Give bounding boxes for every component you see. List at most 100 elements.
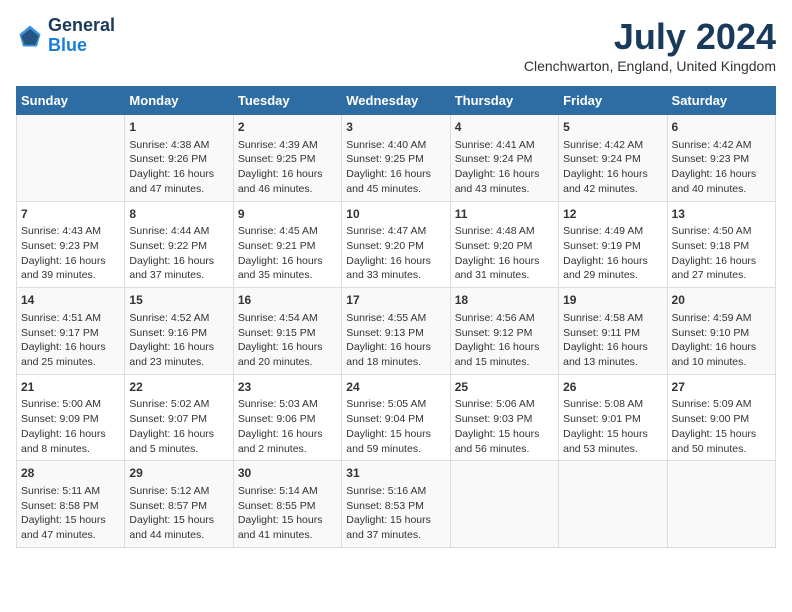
day-number: 11 xyxy=(455,206,554,223)
header-row: Sunday Monday Tuesday Wednesday Thursday… xyxy=(17,87,776,115)
day-number: 28 xyxy=(21,465,120,482)
day-cell xyxy=(667,461,775,548)
header-sunday: Sunday xyxy=(17,87,125,115)
day-info: Sunrise: 5:11 AMSunset: 8:58 PMDaylight:… xyxy=(21,484,120,543)
day-info: Sunrise: 4:43 AMSunset: 9:23 PMDaylight:… xyxy=(21,224,120,283)
title-area: July 2024 Clenchwarton, England, United … xyxy=(524,16,776,74)
day-cell: 10Sunrise: 4:47 AMSunset: 9:20 PMDayligh… xyxy=(342,201,450,288)
day-cell xyxy=(559,461,667,548)
day-info: Sunrise: 4:58 AMSunset: 9:11 PMDaylight:… xyxy=(563,311,662,370)
day-number: 4 xyxy=(455,119,554,136)
day-number: 15 xyxy=(129,292,228,309)
day-cell: 22Sunrise: 5:02 AMSunset: 9:07 PMDayligh… xyxy=(125,374,233,461)
day-info: Sunrise: 4:41 AMSunset: 9:24 PMDaylight:… xyxy=(455,138,554,197)
location-title: Clenchwarton, England, United Kingdom xyxy=(524,58,776,74)
day-info: Sunrise: 4:50 AMSunset: 9:18 PMDaylight:… xyxy=(672,224,771,283)
day-cell: 29Sunrise: 5:12 AMSunset: 8:57 PMDayligh… xyxy=(125,461,233,548)
calendar-body: 1 Sunrise: 4:38 AMSunset: 9:26 PMDaylight… xyxy=(17,115,776,548)
day-cell: 11Sunrise: 4:48 AMSunset: 9:20 PMDayligh… xyxy=(450,201,558,288)
week-row-2: 7Sunrise: 4:43 AMSunset: 9:23 PMDaylight… xyxy=(17,201,776,288)
logo-icon xyxy=(16,22,44,50)
header-friday: Friday xyxy=(559,87,667,115)
day-number: 20 xyxy=(672,292,771,309)
day-cell: 7Sunrise: 4:43 AMSunset: 9:23 PMDaylight… xyxy=(17,201,125,288)
day-number: 2 xyxy=(238,119,337,136)
day-number: 30 xyxy=(238,465,337,482)
week-row-4: 21Sunrise: 5:00 AMSunset: 9:09 PMDayligh… xyxy=(17,374,776,461)
day-number: 17 xyxy=(346,292,445,309)
day-info: Sunrise: 4:52 AMSunset: 9:16 PMDaylight:… xyxy=(129,311,228,370)
header-monday: Monday xyxy=(125,87,233,115)
day-number: 14 xyxy=(21,292,120,309)
header-wednesday: Wednesday xyxy=(342,87,450,115)
day-cell: 31 Sunrise: 5:16 AMSunset: 8:53 PMDayligh… xyxy=(342,461,450,548)
day-cell xyxy=(450,461,558,548)
day-info: Sunrise: 4:42 AMSunset: 9:24 PMDaylight:… xyxy=(563,138,662,197)
day-number: 31 xyxy=(346,465,445,482)
day-cell: 1 Sunrise: 4:38 AMSunset: 9:26 PMDaylight… xyxy=(125,115,233,202)
header-thursday: Thursday xyxy=(450,87,558,115)
day-number: 23 xyxy=(238,379,337,396)
day-cell: 8Sunrise: 4:44 AMSunset: 9:22 PMDaylight… xyxy=(125,201,233,288)
day-info: Sunrise: 5:02 AMSunset: 9:07 PMDaylight:… xyxy=(129,397,228,456)
day-number: 13 xyxy=(672,206,771,223)
day-number: 6 xyxy=(672,119,771,136)
day-info: Sunrise: 5:06 AMSunset: 9:03 PMDaylight:… xyxy=(455,397,554,456)
day-cell xyxy=(17,115,125,202)
header-saturday: Saturday xyxy=(667,87,775,115)
day-info: Sunrise: 4:45 AMSunset: 9:21 PMDaylight:… xyxy=(238,224,337,283)
day-info: Sunrise: 4:47 AMSunset: 9:20 PMDaylight:… xyxy=(346,224,445,283)
day-info: Sunrise: 4:55 AMSunset: 9:13 PMDaylight:… xyxy=(346,311,445,370)
week-row-5: 28 Sunrise: 5:11 AMSunset: 8:58 PMDayligh… xyxy=(17,461,776,548)
day-cell: 5 Sunrise: 4:42 AMSunset: 9:24 PMDaylight… xyxy=(559,115,667,202)
week-row-3: 14Sunrise: 4:51 AMSunset: 9:17 PMDayligh… xyxy=(17,288,776,375)
day-info: Sunrise: 5:05 AMSunset: 9:04 PMDaylight:… xyxy=(346,397,445,456)
day-cell: 28 Sunrise: 5:11 AMSunset: 8:58 PMDayligh… xyxy=(17,461,125,548)
day-number: 18 xyxy=(455,292,554,309)
day-cell: 4 Sunrise: 4:41 AMSunset: 9:24 PMDaylight… xyxy=(450,115,558,202)
day-number: 26 xyxy=(563,379,662,396)
day-cell: 15 Sunrise: 4:52 AMSunset: 9:16 PMDayligh… xyxy=(125,288,233,375)
month-title: July 2024 xyxy=(524,16,776,58)
day-info: Sunrise: 4:54 AMSunset: 9:15 PMDaylight:… xyxy=(238,311,337,370)
day-number: 5 xyxy=(563,119,662,136)
day-info: Sunrise: 4:42 AMSunset: 9:23 PMDaylight:… xyxy=(672,138,771,197)
day-cell: 19Sunrise: 4:58 AMSunset: 9:11 PMDayligh… xyxy=(559,288,667,375)
day-number: 8 xyxy=(129,206,228,223)
day-cell: 18 Sunrise: 4:56 AMSunset: 9:12 PMDayligh… xyxy=(450,288,558,375)
day-number: 16 xyxy=(238,292,337,309)
day-info: Sunrise: 4:48 AMSunset: 9:20 PMDaylight:… xyxy=(455,224,554,283)
day-cell: 12Sunrise: 4:49 AMSunset: 9:19 PMDayligh… xyxy=(559,201,667,288)
day-cell: 23Sunrise: 5:03 AMSunset: 9:06 PMDayligh… xyxy=(233,374,341,461)
day-info: Sunrise: 4:38 AMSunset: 9:26 PMDaylight:… xyxy=(129,138,228,197)
day-cell: 3 Sunrise: 4:40 AMSunset: 9:25 PMDaylight… xyxy=(342,115,450,202)
day-number: 25 xyxy=(455,379,554,396)
day-cell: 20 Sunrise: 4:59 AMSunset: 9:10 PMDayligh… xyxy=(667,288,775,375)
logo-line2: Blue xyxy=(48,36,115,56)
day-info: Sunrise: 5:16 AMSunset: 8:53 PMDaylight:… xyxy=(346,484,445,543)
day-cell: 2 Sunrise: 4:39 AMSunset: 9:25 PMDaylight… xyxy=(233,115,341,202)
day-info: Sunrise: 4:56 AMSunset: 9:12 PMDaylight:… xyxy=(455,311,554,370)
day-cell: 26Sunrise: 5:08 AMSunset: 9:01 PMDayligh… xyxy=(559,374,667,461)
page-header: General Blue July 2024 Clenchwarton, Eng… xyxy=(16,16,776,74)
day-cell: 30Sunrise: 5:14 AMSunset: 8:55 PMDayligh… xyxy=(233,461,341,548)
day-number: 21 xyxy=(21,379,120,396)
day-info: Sunrise: 5:00 AMSunset: 9:09 PMDaylight:… xyxy=(21,397,120,456)
day-number: 1 xyxy=(129,119,228,136)
header-tuesday: Tuesday xyxy=(233,87,341,115)
day-number: 3 xyxy=(346,119,445,136)
day-number: 9 xyxy=(238,206,337,223)
day-info: Sunrise: 5:03 AMSunset: 9:06 PMDaylight:… xyxy=(238,397,337,456)
calendar-header: Sunday Monday Tuesday Wednesday Thursday… xyxy=(17,87,776,115)
day-info: Sunrise: 4:59 AMSunset: 9:10 PMDaylight:… xyxy=(672,311,771,370)
day-cell: 6 Sunrise: 4:42 AMSunset: 9:23 PMDaylight… xyxy=(667,115,775,202)
logo-line1: General xyxy=(48,16,115,36)
day-number: 10 xyxy=(346,206,445,223)
day-info: Sunrise: 4:49 AMSunset: 9:19 PMDaylight:… xyxy=(563,224,662,283)
day-info: Sunrise: 4:39 AMSunset: 9:25 PMDaylight:… xyxy=(238,138,337,197)
day-number: 7 xyxy=(21,206,120,223)
day-number: 27 xyxy=(672,379,771,396)
day-cell: 9Sunrise: 4:45 AMSunset: 9:21 PMDaylight… xyxy=(233,201,341,288)
day-info: Sunrise: 4:40 AMSunset: 9:25 PMDaylight:… xyxy=(346,138,445,197)
logo: General Blue xyxy=(16,16,115,56)
